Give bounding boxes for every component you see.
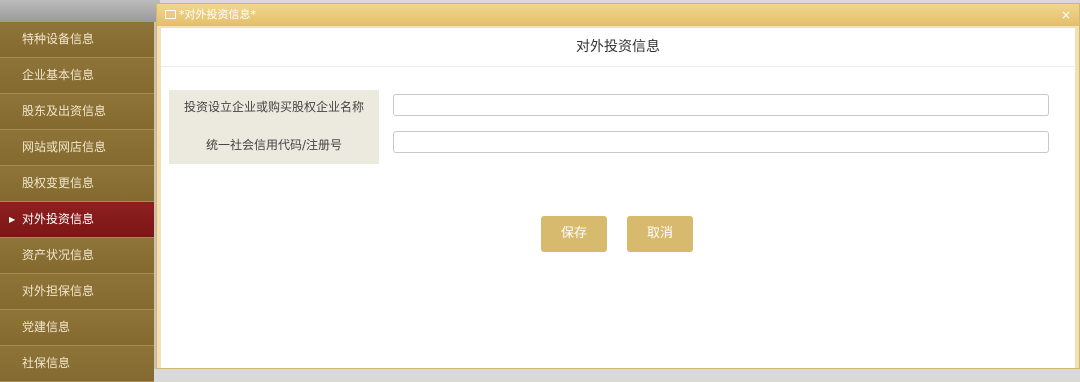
close-icon[interactable]: × <box>1061 4 1071 26</box>
window-icon <box>165 9 176 19</box>
sidebar-item-label: 股东及出资信息 <box>22 104 107 118</box>
company-name-input[interactable] <box>393 94 1049 116</box>
sidebar-item-guarantee[interactable]: 对外担保信息 <box>0 274 154 310</box>
page-title: 对外投资信息 <box>576 39 660 55</box>
save-button[interactable]: 保存 <box>541 216 607 252</box>
credit-code-input[interactable] <box>393 131 1049 153</box>
dialog-titlebar[interactable]: *对外投资信息* × <box>157 4 1079 26</box>
dialog-title: *对外投资信息* <box>179 8 256 21</box>
sidebar-item-company-basic[interactable]: 企业基本信息 <box>0 58 154 94</box>
active-arrow-icon: ▶ <box>9 215 16 224</box>
company-name-label: 投资设立企业或购买股权企业名称 <box>183 100 364 114</box>
divider <box>161 66 1075 67</box>
investment-dialog: *对外投资信息* × 对外投资信息 投资设立企业或购买股权企业名称 统一社会信用… <box>156 3 1080 369</box>
sidebar-item-shareholders[interactable]: 股东及出资信息 <box>0 94 154 130</box>
sidebar-item-label: 对外投资信息 <box>22 212 95 226</box>
sidebar-top-strip <box>0 0 160 22</box>
sidebar-item-label: 企业基本信息 <box>22 68 95 82</box>
sidebar-item-label: 股权变更信息 <box>22 176 95 190</box>
sidebar-item-website[interactable]: 网站或网店信息 <box>0 130 154 166</box>
sidebar-item-label: 社保信息 <box>22 356 71 370</box>
cancel-button[interactable]: 取消 <box>627 216 693 252</box>
sidebar-item-label: 资产状况信息 <box>22 248 95 262</box>
sidebar-item-label: 对外担保信息 <box>22 284 95 298</box>
sidebar-item-outbound-investment[interactable]: ▶ 对外投资信息 <box>0 202 154 238</box>
sidebar-item-label: 网站或网店信息 <box>22 140 107 154</box>
dialog-body: 对外投资信息 投资设立企业或购买股权企业名称 统一社会信用代码/注册号 保存 取… <box>161 28 1075 368</box>
sidebar-item-equity-change[interactable]: 股权变更信息 <box>0 166 154 202</box>
sidebar-item-party-building[interactable]: 党建信息 <box>0 310 154 346</box>
sidebar: 特种设备信息 企业基本信息 股东及出资信息 网站或网店信息 股权变更信息 ▶ 对… <box>0 22 154 382</box>
credit-code-label: 统一社会信用代码/注册号 <box>205 138 343 152</box>
sidebar-item-label: 特种设备信息 <box>22 32 95 46</box>
sidebar-item-label: 党建信息 <box>22 320 71 334</box>
sidebar-item-assets[interactable]: 资产状况信息 <box>0 238 154 274</box>
sidebar-item-social-security[interactable]: 社保信息 <box>0 346 154 382</box>
sidebar-item-special-equipment[interactable]: 特种设备信息 <box>0 22 154 58</box>
